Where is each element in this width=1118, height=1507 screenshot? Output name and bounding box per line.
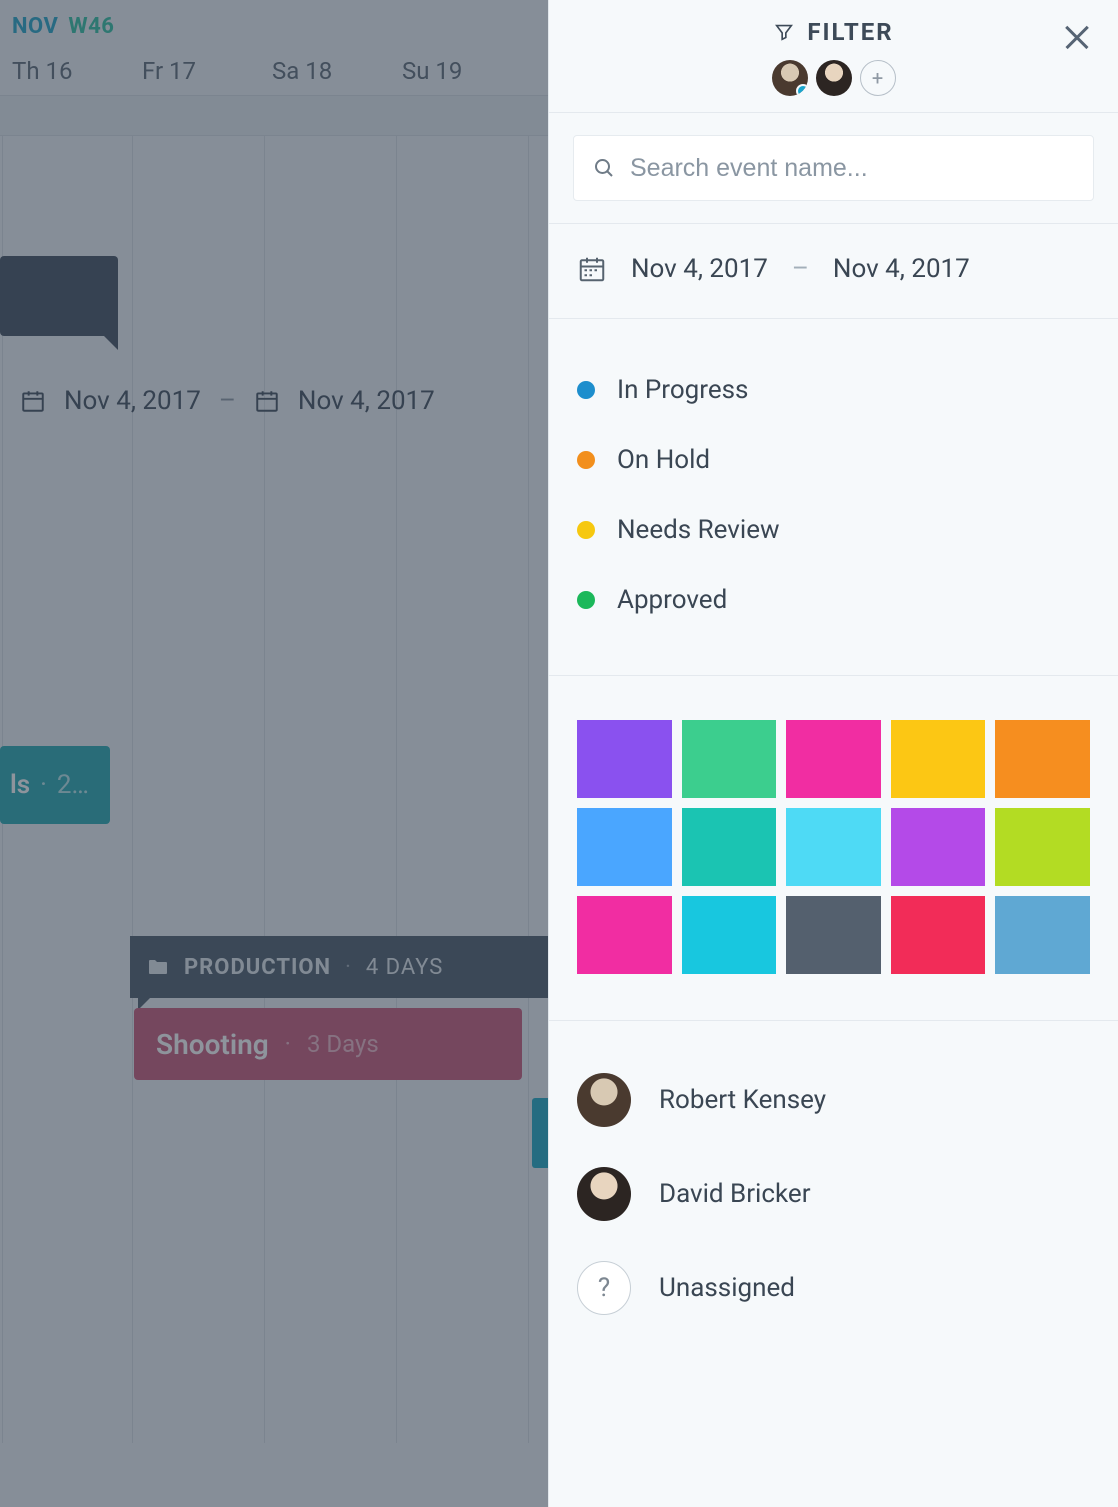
color-swatch[interactable] [682, 720, 777, 798]
event-bar-edge[interactable] [532, 1098, 548, 1168]
calendar-timeline: NOV W46 Th 16 Fr 17 Sa 18 Su 19 Nov 4, 2… [0, 0, 548, 1507]
status-filter-item[interactable]: Needs Review [577, 495, 1090, 565]
panel-header: FILTER + [549, 0, 1118, 113]
color-swatch[interactable] [577, 720, 672, 798]
date-from: Nov 4, 2017 [64, 386, 201, 416]
event-tooltip[interactable] [0, 256, 118, 336]
date-range-display: Nov 4, 2017 – Nov 4, 2017 [20, 386, 435, 416]
active-filter-avatars: + [573, 60, 1094, 96]
tag-dot: · [40, 770, 47, 800]
day-col: Sa 18 [272, 57, 402, 85]
date-from: Nov 4, 2017 [631, 254, 768, 284]
calendar-grid: Nov 4, 2017 – Nov 4, 2017 ls · 2… PRODUC… [0, 136, 548, 1443]
color-swatch[interactable] [682, 808, 777, 886]
person-filter-item[interactable]: David Bricker [577, 1147, 1090, 1241]
date-sep: – [219, 386, 236, 416]
status-dot-icon [577, 591, 595, 609]
person-filter-item[interactable]: ? Unassigned [577, 1241, 1090, 1335]
search-box[interactable] [573, 135, 1094, 201]
day-col: Fr 17 [142, 57, 272, 85]
person-name: David Bricker [659, 1179, 811, 1209]
event-label: Shooting [156, 1028, 269, 1061]
phase-sep: · [345, 955, 352, 980]
person-name: Robert Kensey [659, 1085, 826, 1115]
status-label: On Hold [617, 445, 710, 475]
calendar-icon [20, 388, 46, 414]
phase-meta: 4 DAYS [366, 955, 443, 980]
filter-panel: FILTER + Nov 4, 2017 – Nov 4, 2017 In Pr… [548, 0, 1118, 1507]
status-dot-icon [577, 381, 595, 399]
status-label: Needs Review [617, 515, 780, 545]
color-filter-section [549, 676, 1118, 1021]
color-swatch[interactable] [995, 896, 1090, 974]
color-swatch[interactable] [995, 720, 1090, 798]
event-tag[interactable]: ls · 2… [0, 746, 110, 824]
status-label: In Progress [617, 375, 748, 405]
color-swatch[interactable] [786, 896, 881, 974]
calendar-icon [577, 254, 607, 284]
calendar-days-row: Th 16 Fr 17 Sa 18 Su 19 [12, 57, 536, 85]
search-icon [592, 156, 616, 180]
tag-count: 2… [57, 770, 89, 800]
person-filter-item[interactable]: Robert Kensey [577, 1053, 1090, 1147]
event-sep: · [285, 1030, 291, 1058]
calendar-strip [0, 96, 548, 136]
color-swatch[interactable] [786, 720, 881, 798]
tag-suffix: ls [10, 770, 30, 800]
people-filter-section: Robert Kensey David Bricker? Unassigned [549, 1021, 1118, 1367]
color-swatch[interactable] [577, 808, 672, 886]
color-swatch[interactable] [682, 896, 777, 974]
status-label: Approved [617, 585, 727, 615]
date-to: Nov 4, 2017 [298, 386, 435, 416]
phase-bar-production[interactable]: PRODUCTION · 4 DAYS [130, 936, 580, 998]
color-swatch[interactable] [786, 808, 881, 886]
date-to: Nov 4, 2017 [833, 254, 970, 284]
color-swatch[interactable] [995, 808, 1090, 886]
month-label: NOV [12, 14, 58, 39]
avatar[interactable] [772, 60, 808, 96]
status-dot-icon [577, 451, 595, 469]
unassigned-icon: ? [577, 1261, 631, 1315]
color-swatch[interactable] [891, 808, 986, 886]
folder-icon [146, 955, 170, 979]
event-meta: 3 Days [307, 1030, 379, 1058]
filter-icon [773, 21, 795, 43]
plus-icon: + [872, 66, 883, 90]
search-input[interactable] [630, 154, 1075, 183]
status-filter-item[interactable]: Approved [577, 565, 1090, 635]
avatar [577, 1073, 631, 1127]
status-dot-icon [577, 521, 595, 539]
phase-label: PRODUCTION [184, 955, 331, 980]
status-filter-section: In Progress On Hold Needs Review Approved [549, 319, 1118, 676]
calendar-month-header: NOV W46 [12, 14, 536, 39]
date-range-filter[interactable]: Nov 4, 2017 – Nov 4, 2017 [549, 223, 1118, 319]
avatar [577, 1167, 631, 1221]
color-swatch[interactable] [891, 720, 986, 798]
color-grid [577, 720, 1090, 974]
calendar-icon [254, 388, 280, 414]
date-sep: – [792, 254, 809, 284]
status-filter-item[interactable]: In Progress [577, 355, 1090, 425]
week-label: W46 [68, 14, 114, 39]
online-badge-icon [796, 84, 808, 96]
search-section [549, 113, 1118, 223]
close-icon[interactable] [1062, 22, 1092, 52]
status-filter-item[interactable]: On Hold [577, 425, 1090, 495]
day-col: Su 19 [402, 57, 532, 85]
color-swatch[interactable] [577, 896, 672, 974]
event-bar-shooting[interactable]: Shooting · 3 Days [134, 1008, 522, 1080]
add-filter-button[interactable]: + [860, 60, 896, 96]
panel-title-text: FILTER [807, 18, 893, 46]
day-col: Th 16 [12, 57, 142, 85]
panel-title: FILTER [573, 18, 1094, 46]
avatar[interactable] [816, 60, 852, 96]
color-swatch[interactable] [891, 896, 986, 974]
person-name: Unassigned [659, 1273, 795, 1303]
